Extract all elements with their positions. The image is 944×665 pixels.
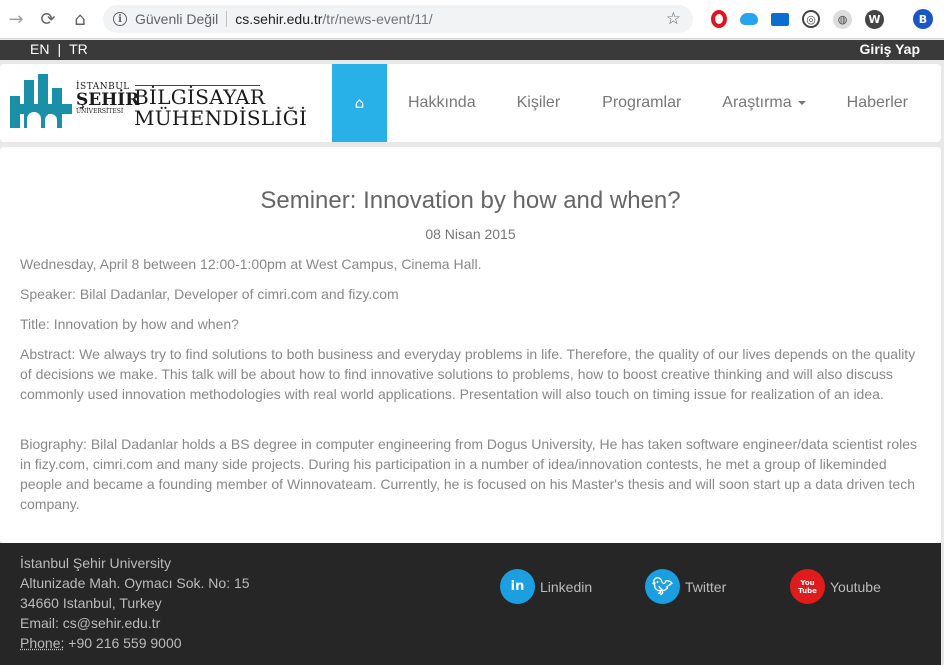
home-icon[interactable]: ⌂ — [69, 8, 91, 30]
logo-university-text: İSTANBUL ŞEHİR ÜNİVERSİTESİ — [76, 83, 139, 115]
site-footer: İstanbul Şehir University Altunizade Mah… — [0, 543, 941, 665]
footer-email[interactable]: Email: cs@sehir.edu.tr — [20, 613, 250, 633]
linkedin-icon: in — [500, 569, 535, 604]
w-extension-icon[interactable]: W — [865, 9, 884, 29]
cloud-extension-icon[interactable] — [740, 13, 758, 25]
caret-down-icon — [797, 101, 806, 105]
home-icon: ⌂ — [354, 94, 365, 112]
video-extension-icon[interactable] — [771, 12, 789, 26]
lang-separator: | — [57, 41, 62, 57]
url-host: cs.sehir.edu.tr — [235, 11, 323, 27]
twitter-icon: 🐦︎ — [645, 569, 680, 604]
logo-department-text: BİLGİSAYAR MÜHENDİSLİĞİ — [134, 87, 307, 129]
article-paragraph: Abstract: We always try to find solution… — [20, 346, 916, 402]
bookmark-star-icon[interactable]: ☆ — [666, 9, 681, 29]
site-header: İSTANBUL ŞEHİR ÜNİVERSİTESİ BİLGİSAYAR M… — [0, 64, 941, 142]
phone-label: Phone: — [20, 635, 65, 651]
site-logo[interactable]: İSTANBUL ŞEHİR ÜNİVERSİTESİ BİLGİSAYAR M… — [10, 74, 307, 129]
article-paragraph: Wednesday, April 8 between 12:00-1:00pm … — [20, 256, 482, 272]
linkedin-label: Linkedin — [540, 578, 593, 595]
footer-street: Altunizade Mah. Oymacı Sok. No: 15 — [20, 575, 250, 591]
nav-item-programlar[interactable]: Programlar — [602, 64, 681, 142]
browser-toolbar: → ⟳ ⌂ i Güvenli Değil cs.sehir.edu.tr/tr… — [0, 0, 944, 39]
nav-item-hakkinda[interactable]: Hakkında — [408, 64, 476, 142]
logo-right1: BİLGİSAYAR — [134, 85, 266, 109]
youtube-icon: You Tube — [790, 569, 825, 604]
phone-value: +90 216 559 9000 — [64, 635, 182, 651]
article-paragraph: Title: Innovation by how and when? — [20, 316, 239, 332]
address-divider — [226, 11, 228, 27]
article-paragraph: Speaker: Bilal Dadanlar, Developer of ci… — [20, 286, 399, 302]
twitter-link[interactable]: 🐦︎ Twitter — [645, 569, 726, 604]
language-switcher: EN | TR — [30, 41, 88, 57]
address-bar[interactable]: i Güvenli Değil cs.sehir.edu.tr/tr/news-… — [103, 5, 693, 33]
nav-item-arastirma[interactable]: Araştırma — [722, 64, 806, 142]
linkedin-link[interactable]: in Linkedin — [500, 569, 592, 604]
footer-city: 34660 Istanbul, Turkey — [20, 595, 162, 611]
footer-university: İstanbul Şehir University — [20, 555, 171, 571]
extension-icons: ◎ ◍ W B — [711, 9, 933, 29]
article-title: Seminer: Innovation by how and when? — [260, 187, 681, 214]
main-nav: ⌂ Hakkında Kişiler Programlar Araştırma … — [332, 64, 908, 142]
article-date: 08 Nisan 2015 — [425, 226, 516, 242]
security-label: Güvenli Değil — [135, 11, 219, 27]
twitter-label: Twitter — [685, 578, 727, 595]
contact-address: İstanbul Şehir University Altunizade Mah… — [20, 553, 250, 653]
youtube-label: Youtube — [830, 578, 881, 595]
lang-en-link[interactable]: EN — [30, 41, 49, 57]
logo-right2: MÜHENDİSLİĞİ — [134, 106, 308, 130]
opera-extension-icon[interactable] — [711, 10, 727, 28]
info-icon[interactable]: i — [113, 12, 127, 26]
nav-item-kisiler[interactable]: Kişiler — [517, 64, 561, 142]
profile-avatar[interactable]: B — [913, 9, 933, 29]
url-path: /tr/news-event/11/ — [322, 11, 433, 27]
nav-item-haberler[interactable]: Haberler — [847, 64, 908, 142]
login-link[interactable]: Giriş Yap — [860, 41, 920, 57]
article-paragraph: Biography: Bilal Dadanlar holds a BS deg… — [20, 436, 917, 512]
wiki-extension-icon[interactable]: ◍ — [833, 9, 852, 29]
article-content: Seminer: Innovation by how and when? 08 … — [0, 147, 941, 543]
lang-tr-link[interactable]: TR — [69, 41, 88, 57]
logo-mark-icon — [10, 74, 72, 128]
logo-line2: ŞEHİR — [76, 90, 140, 110]
youtube-link[interactable]: You Tube Youtube — [790, 569, 881, 604]
spiral-extension-icon[interactable]: ◎ — [802, 10, 820, 28]
reload-icon[interactable]: ⟳ — [37, 8, 59, 30]
nav-home-button[interactable]: ⌂ — [332, 64, 387, 142]
nav-item-arastirma-label: Araştırma — [722, 94, 792, 111]
top-strip: EN | TR Giriş Yap — [0, 40, 944, 60]
footer-phone: Phone: +90 216 559 9000 — [20, 633, 250, 653]
back-arrow-icon[interactable]: → — [5, 8, 27, 30]
